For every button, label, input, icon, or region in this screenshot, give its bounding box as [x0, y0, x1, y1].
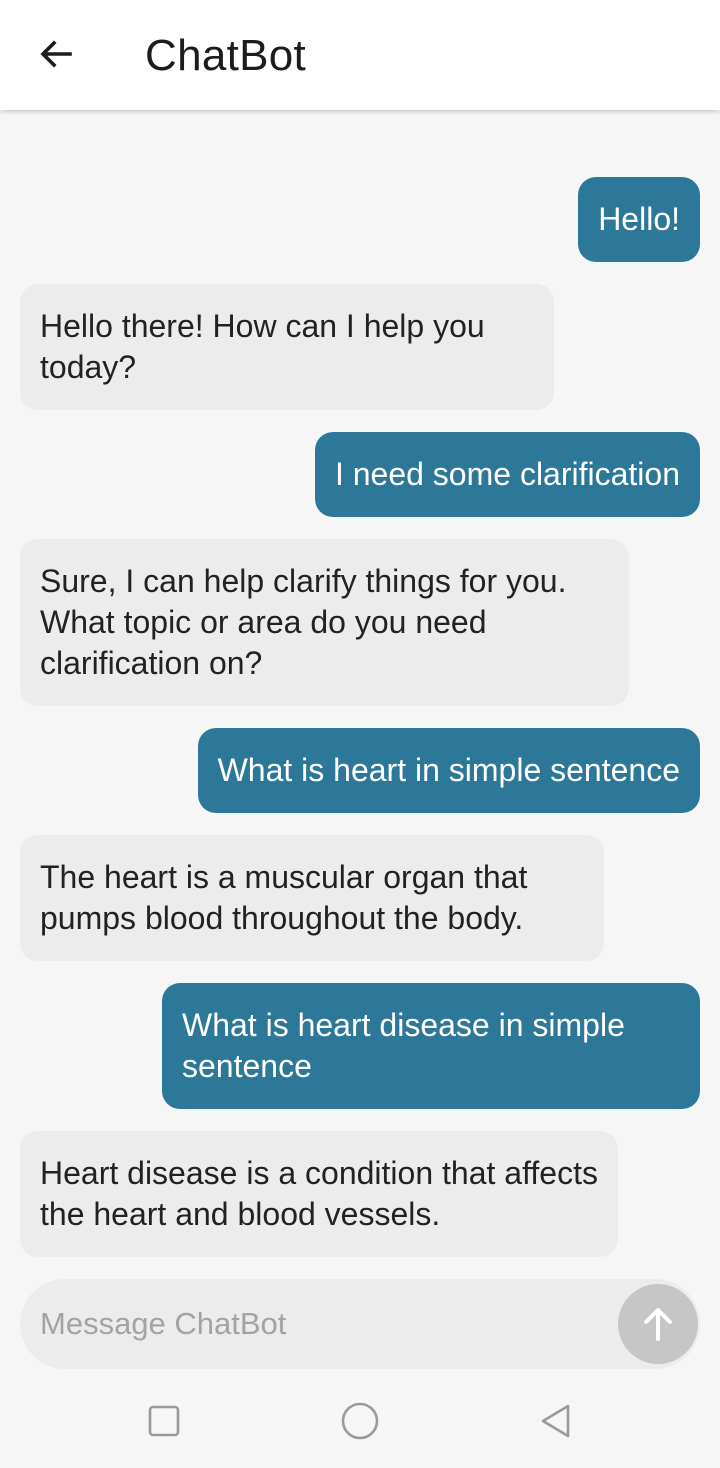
message-text: Hello there! How can I help you today? — [40, 308, 485, 385]
home-button[interactable] — [335, 1396, 385, 1446]
triangle-back-icon — [541, 1404, 570, 1438]
send-button[interactable] — [618, 1284, 698, 1364]
message-text: What is heart in simple sentence — [217, 752, 680, 788]
arrow-left-icon — [40, 40, 72, 68]
bot-message-bubble: Heart disease is a condition that affect… — [20, 1131, 618, 1257]
message-input[interactable] — [40, 1279, 610, 1369]
arrow-up-icon — [644, 1308, 672, 1341]
message-text: What is heart disease in simple sentence — [182, 1007, 625, 1084]
message-text: Sure, I can help clarify things for you.… — [40, 563, 567, 681]
app-bar: ChatBot — [0, 0, 720, 110]
message-text: Hello! — [598, 201, 680, 237]
message-list[interactable]: Hello! Hello there! How can I help you t… — [0, 110, 720, 1270]
system-navigation-bar — [0, 1378, 720, 1468]
user-message-bubble: I need some clarification — [314, 432, 700, 517]
bot-message-bubble: Sure, I can help clarify things for you.… — [20, 539, 629, 706]
bot-message-bubble: The heart is a muscular organ that pumps… — [20, 835, 604, 961]
message-text: The heart is a muscular organ that pumps… — [40, 859, 528, 936]
message-composer — [20, 1279, 700, 1369]
back-button[interactable] — [28, 26, 84, 82]
message-text: I need some clarification — [334, 456, 680, 492]
user-message-bubble: What is heart disease in simple sentence — [162, 983, 700, 1109]
circle-icon — [341, 1402, 379, 1440]
recents-button[interactable] — [139, 1396, 189, 1446]
message-text: Heart disease is a condition that affect… — [40, 1155, 598, 1232]
square-icon — [148, 1405, 180, 1437]
bot-message-bubble: Hello there! How can I help you today? — [20, 284, 554, 410]
user-message-bubble: Hello! — [578, 177, 700, 262]
user-message-bubble: What is heart in simple sentence — [197, 728, 700, 813]
system-back-button[interactable] — [531, 1396, 581, 1446]
page-title: ChatBot — [145, 31, 307, 80]
